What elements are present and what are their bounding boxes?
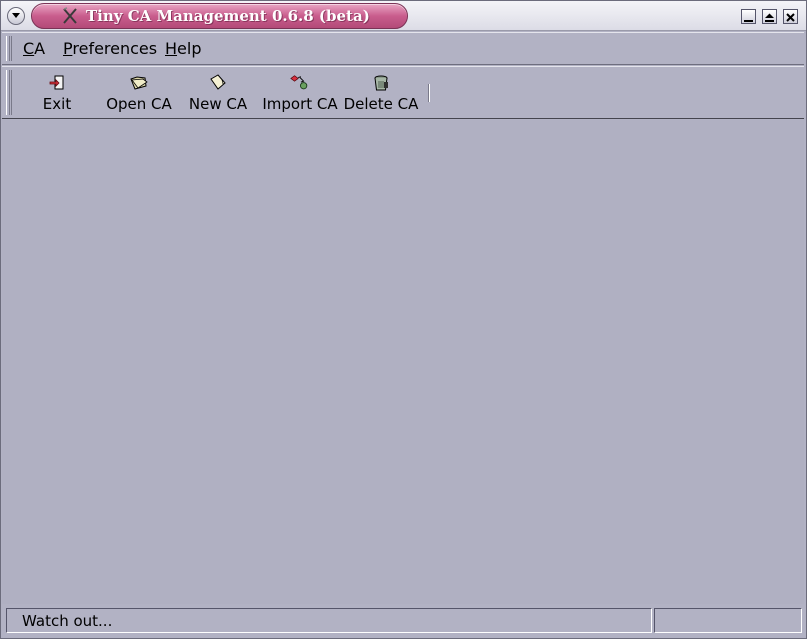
- menu-bar: CA Preferences Help: [2, 32, 804, 65]
- window-title: Tiny CA Management 0.6.8 (beta): [86, 7, 370, 25]
- menu-help[interactable]: Help: [165, 39, 201, 58]
- status-bar: Watch out...: [2, 604, 804, 638]
- menu-ca[interactable]: CA: [23, 39, 45, 58]
- new-ca-button[interactable]: New CA: [185, 73, 251, 117]
- maximize-button[interactable]: [762, 9, 777, 24]
- delete-ca-label: Delete CA: [343, 95, 419, 113]
- menu-ca-label: A: [34, 39, 46, 58]
- exit-label: Exit: [42, 95, 72, 113]
- menu-help-mnemonic: H: [165, 39, 178, 58]
- menu-preferences-mnemonic: P: [63, 39, 73, 58]
- open-ca-label: Open CA: [106, 95, 172, 113]
- toolbar-grip[interactable]: [6, 70, 12, 115]
- status-message: Watch out...: [22, 612, 113, 630]
- main-content-area: [2, 120, 804, 604]
- exit-icon: [49, 75, 64, 90]
- open-ca-button[interactable]: Open CA: [101, 73, 177, 117]
- close-icon: [786, 13, 795, 22]
- menu-help-label: elp: [177, 39, 202, 58]
- delete-ca-button[interactable]: Delete CA: [341, 73, 421, 117]
- window-menu-button[interactable]: [7, 7, 25, 25]
- import-ca-icon: [290, 75, 308, 90]
- tools-icon: [63, 7, 77, 24]
- chevron-down-icon: [12, 13, 20, 18]
- toolbar: Exit Open CA New CA Import CA Delete CA: [2, 66, 804, 119]
- minimize-button[interactable]: [741, 9, 756, 24]
- exit-button[interactable]: Exit: [37, 73, 77, 117]
- status-secondary-panel: [654, 608, 802, 633]
- title-pill: Tiny CA Management 0.6.8 (beta): [31, 3, 408, 29]
- close-button[interactable]: [783, 9, 798, 24]
- new-ca-icon: [210, 74, 226, 90]
- menu-preferences-label: references: [72, 39, 158, 58]
- import-ca-label: Import CA: [262, 95, 338, 113]
- status-message-panel: Watch out...: [6, 608, 652, 633]
- trash-icon: [374, 75, 388, 91]
- title-bar[interactable]: Tiny CA Management 0.6.8 (beta): [1, 1, 806, 31]
- open-ca-icon: [130, 76, 148, 90]
- menu-preferences[interactable]: Preferences: [63, 39, 157, 58]
- minimize-icon: [744, 20, 753, 22]
- menu-ca-mnemonic: C: [23, 39, 35, 58]
- app-window: Tiny CA Management 0.6.8 (beta) CA Prefe…: [0, 0, 807, 639]
- import-ca-button[interactable]: Import CA: [260, 73, 340, 117]
- toolbar-separator: [428, 84, 430, 102]
- new-ca-label: New CA: [188, 95, 248, 113]
- menubar-grip[interactable]: [6, 36, 12, 61]
- maximize-icon: [765, 13, 774, 22]
